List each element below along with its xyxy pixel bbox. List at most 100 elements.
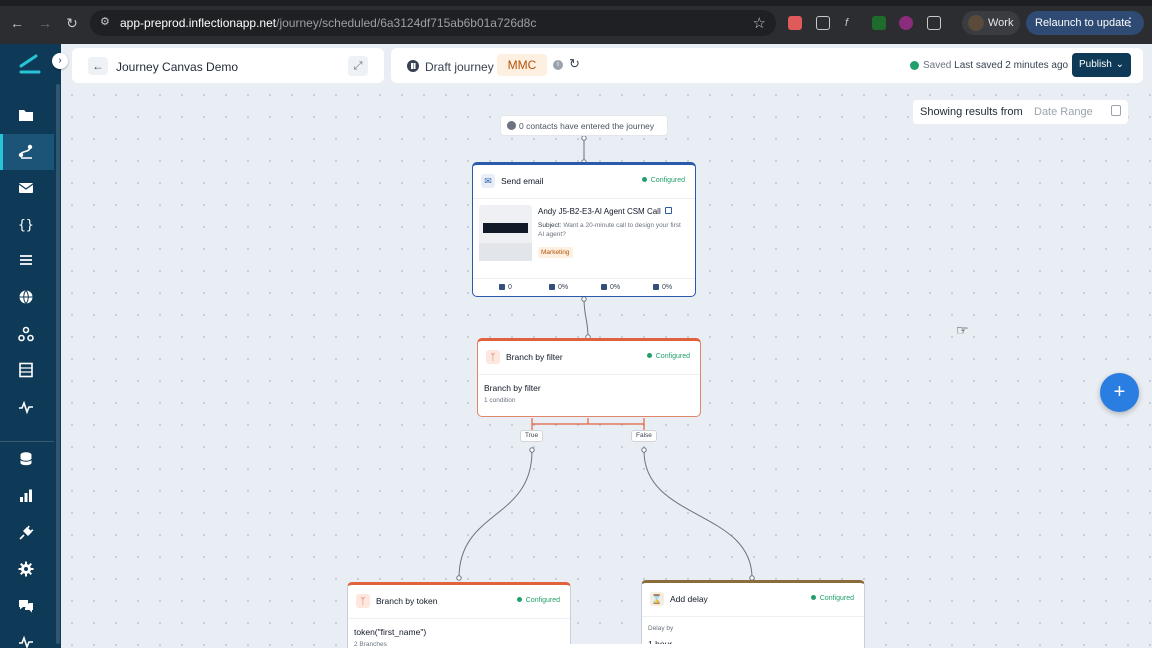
node-body-subtitle: 1 condition	[484, 397, 516, 404]
open-icon	[653, 284, 659, 290]
sidebar-item-analytics[interactable]	[0, 478, 54, 514]
back-button[interactable]: ←	[88, 57, 108, 75]
email-metrics: 0 0% 0% 0%	[473, 278, 695, 296]
sidebar-item-integrations[interactable]	[0, 515, 54, 551]
false-branch-label[interactable]: False	[631, 430, 657, 442]
journey-title-card: ← Journey Canvas Demo ⤢	[72, 48, 384, 83]
pause-icon	[407, 60, 419, 72]
hand-cursor-icon: ☞	[956, 322, 969, 338]
sidebar-item-folders[interactable]	[0, 97, 54, 133]
table-icon	[19, 362, 33, 378]
publish-button[interactable]: Publish ⌄	[1072, 53, 1131, 77]
chat-icon	[19, 600, 33, 613]
info-icon[interactable]: i	[553, 60, 563, 70]
sidebar-item-webhooks[interactable]	[0, 316, 54, 352]
braces-icon: {}	[18, 218, 34, 233]
email-preview-thumbnail[interactable]	[479, 205, 532, 261]
branch-by-filter-node[interactable]: ᛉ Branch by filter Configured Branch by …	[477, 338, 701, 417]
node-title: Add delay	[670, 594, 708, 604]
mail-icon: ✉	[481, 174, 495, 188]
metric-clicked: 0%	[601, 284, 620, 291]
plug-icon	[19, 525, 34, 540]
globe-icon	[19, 290, 33, 304]
expand-icon[interactable]: ⤢	[348, 56, 368, 76]
collapse-sidebar-button[interactable]: ›	[52, 53, 68, 69]
date-range-input[interactable]: Date Range	[1034, 106, 1093, 118]
sidebar-item-activity[interactable]	[0, 389, 54, 425]
sidebar-item-global[interactable]	[0, 279, 54, 315]
journey-status: Draft journey	[425, 60, 494, 74]
port-dot	[529, 447, 535, 453]
sidebar-item-tokens[interactable]: {}	[0, 206, 54, 242]
true-branch-connector	[458, 450, 533, 579]
folder-icon	[19, 110, 33, 121]
node-title: Branch by token	[376, 596, 438, 606]
email-name[interactable]: Andy J5-B2-E3-AI Agent CSM Call	[538, 207, 672, 216]
gear-icon	[18, 561, 34, 577]
mail-icon	[18, 183, 34, 193]
configured-badge: Configured	[642, 177, 685, 184]
configured-badge: Configured	[517, 597, 560, 604]
add-delay-node[interactable]: ⌛ Add delay Configured Delay by 1 hour	[641, 580, 865, 648]
sidebar-item-lists[interactable]	[0, 242, 54, 278]
node-header: ⌛ Add delay Configured	[642, 583, 864, 617]
list-icon	[20, 255, 32, 265]
node-body-title: Branch by filter	[484, 383, 541, 393]
sidebar-item-pulse[interactable]	[0, 624, 54, 648]
saved-status-icon	[910, 61, 919, 70]
chevron-down-icon: ⌄	[1115, 59, 1124, 70]
sidebar-item-support[interactable]	[0, 588, 54, 624]
node-title: Send email	[501, 176, 544, 186]
date-range-filter[interactable]: Showing results from Date Range	[913, 100, 1128, 124]
inflection-logo[interactable]	[18, 52, 42, 76]
configured-badge: Configured	[647, 353, 690, 360]
email-category-tag: Marketing	[538, 247, 573, 258]
port-dot	[581, 135, 587, 141]
sent-icon	[499, 284, 505, 290]
sidebar-item-email[interactable]	[0, 170, 54, 206]
sidebar-item-settings[interactable]	[0, 551, 54, 587]
journey-icon	[18, 144, 33, 159]
node-header: ᛉ Branch by filter Configured	[478, 341, 700, 375]
configured-badge: Configured	[811, 595, 854, 602]
metric-opened: 0%	[653, 284, 672, 291]
bar-chart-icon	[20, 489, 32, 502]
email-preview-image	[483, 223, 528, 233]
sidebar-item-tables[interactable]	[0, 352, 54, 388]
sidebar-scrollbar[interactable]	[56, 84, 60, 644]
node-body-subtitle: 2 Branches	[354, 641, 387, 648]
external-link-icon[interactable]	[664, 207, 672, 214]
email-preview-footer	[479, 243, 532, 261]
sync-icon[interactable]: ↻	[569, 56, 580, 72]
false-branch-connector	[643, 450, 753, 579]
sidebar-item-journeys[interactable]	[0, 134, 54, 170]
branch-icon: ᛉ	[486, 350, 500, 364]
node-title: Branch by filter	[506, 352, 563, 362]
node-header: ✉ Send email Configured	[473, 165, 695, 199]
true-branch-label[interactable]: True	[520, 430, 544, 442]
calendar-icon[interactable]	[1111, 105, 1121, 116]
port-dot	[641, 447, 647, 453]
journey-entry-node[interactable]: 0 contacts have entered the journey	[500, 115, 668, 136]
date-range-label: Showing results from	[920, 106, 1023, 118]
pulse-icon	[19, 635, 33, 648]
connection-lines	[456, 135, 755, 581]
journey-tag[interactable]: MMC	[497, 54, 547, 76]
journey-status-bar: Draft journey MMC i ↻ Saved Last saved 2…	[391, 48, 1143, 83]
branch-icon: ᛉ	[356, 594, 370, 608]
node-header: ᛉ Branch by token Configured	[348, 585, 570, 619]
click-icon	[601, 284, 607, 290]
database-icon	[20, 452, 32, 466]
branch-by-token-node[interactable]: ᛉ Branch by token Configured token("firs…	[347, 582, 571, 648]
svg-text:{}: {}	[18, 218, 34, 233]
port-dot	[456, 575, 462, 581]
activity-icon	[19, 400, 33, 415]
send-email-node[interactable]: ✉ Send email Configured Andy J5-B2-E3-AI…	[472, 162, 696, 297]
delay-label: Delay by	[648, 625, 674, 632]
metric-sent: 0	[499, 284, 512, 291]
add-node-button[interactable]: +	[1100, 373, 1139, 412]
entry-text: 0 contacts have entered the journey	[519, 121, 655, 131]
email-to-branch-connector	[583, 297, 589, 339]
sidebar-item-data[interactable]	[0, 441, 54, 477]
saved-status: Saved Last saved 2 minutes ago	[923, 60, 1069, 71]
